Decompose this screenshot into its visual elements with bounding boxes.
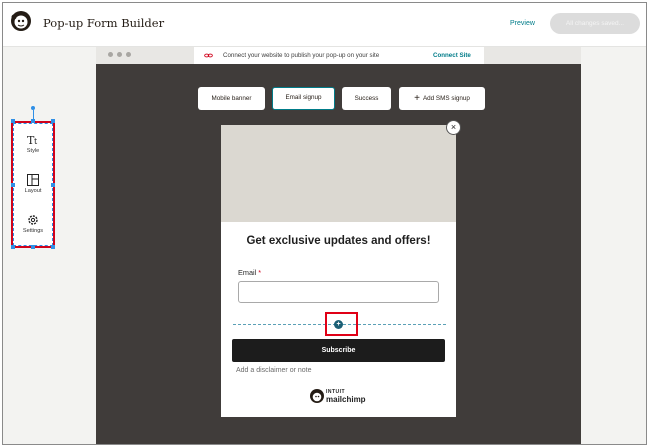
resize-handle[interactable]: [11, 245, 15, 249]
resize-handle[interactable]: [51, 183, 55, 187]
top-header: Pop-up Form Builder Preview All changes …: [3, 3, 646, 47]
email-label-text: Email: [238, 268, 257, 277]
mailchimp-freddie-icon: [310, 389, 324, 403]
window-dot: [108, 52, 113, 57]
brand-mailchimp: mailchimp: [326, 395, 366, 404]
plus-icon: +: [414, 93, 420, 104]
tab-add-sms-signup[interactable]: + Add SMS signup: [399, 87, 485, 110]
resize-handle[interactable]: [11, 183, 15, 187]
popup-image-placeholder[interactable]: [221, 125, 456, 222]
subscribe-button[interactable]: Subscribe: [232, 339, 445, 362]
tab-label: Email signup: [285, 94, 322, 101]
resize-handle[interactable]: [31, 119, 35, 123]
tab-success[interactable]: Success: [342, 87, 391, 110]
add-field-highlight-box: [325, 312, 358, 336]
link-broken-icon: [204, 53, 213, 58]
preview-link[interactable]: Preview: [510, 20, 535, 27]
selection-outline: [13, 123, 53, 246]
resize-handle[interactable]: [51, 119, 55, 123]
resize-handle[interactable]: [51, 245, 55, 249]
rotate-handle[interactable]: [31, 106, 35, 110]
editor-canvas: Connect your website to publish your pop…: [96, 47, 581, 444]
email-field-label: Email *: [238, 268, 261, 277]
resize-handle[interactable]: [11, 119, 15, 123]
disclaimer-field[interactable]: Add a disclaimer or note: [236, 367, 311, 374]
email-field[interactable]: [238, 281, 439, 303]
save-status-button[interactable]: All changes saved...: [550, 13, 640, 34]
window-dot: [117, 52, 122, 57]
tab-email-signup[interactable]: Email signup: [272, 87, 335, 110]
app-title: Pop-up Form Builder: [43, 16, 165, 30]
mailchimp-branding: INTUIT mailchimp: [309, 387, 374, 407]
connect-site-link[interactable]: Connect Site: [433, 47, 471, 64]
browser-bar: Connect your website to publish your pop…: [96, 47, 581, 64]
popup-form-preview[interactable]: Get exclusive updates and offers! Email *…: [221, 125, 456, 417]
tab-label: Add SMS signup: [422, 95, 470, 102]
tab-mobile-banner[interactable]: Mobile banner: [198, 87, 265, 110]
close-icon[interactable]: ×: [446, 120, 461, 135]
required-mark: *: [258, 268, 262, 277]
app-window: Pop-up Form Builder Preview All changes …: [2, 2, 647, 445]
resize-handle[interactable]: [31, 245, 35, 249]
notice-text: Connect your website to publish your pop…: [223, 52, 380, 59]
mailchimp-logo-icon[interactable]: [9, 9, 33, 33]
popup-headline[interactable]: Get exclusive updates and offers!: [221, 235, 456, 247]
connect-site-notice: Connect your website to publish your pop…: [194, 47, 484, 64]
window-dot: [126, 52, 131, 57]
tab-label: Success: [354, 95, 379, 102]
tab-label: Mobile banner: [211, 95, 252, 102]
